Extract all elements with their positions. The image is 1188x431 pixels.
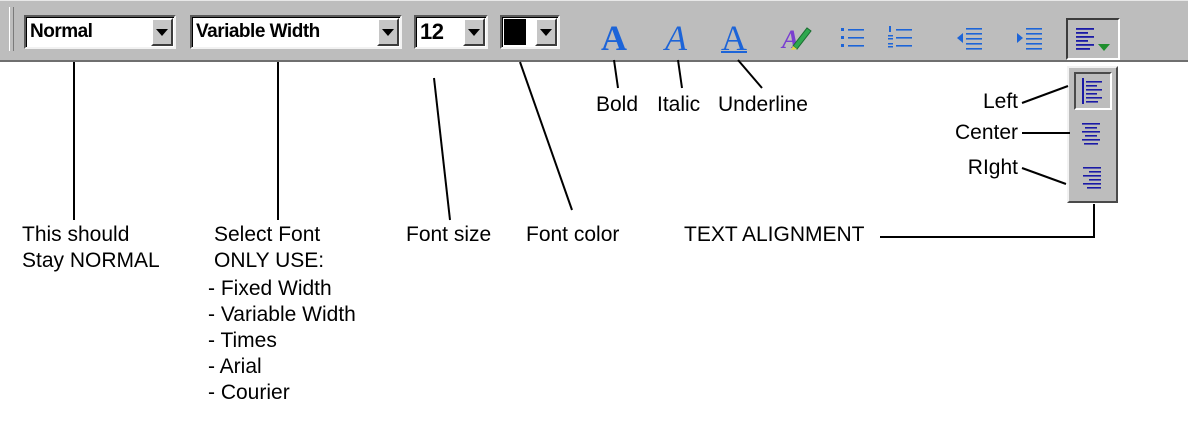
- style-note-line2: Stay NORMAL: [22, 249, 160, 272]
- left-label: Left: [982, 90, 1018, 113]
- callout-lines: [73, 59, 1095, 238]
- font-option-item: - Arial: [208, 355, 262, 378]
- italic-label: Italic: [657, 93, 701, 116]
- bold-label: Bold: [596, 93, 639, 116]
- font-option-item: - Variable Width: [208, 303, 356, 326]
- style-note-line1: This should: [22, 223, 130, 246]
- font-option-item: - Times: [208, 329, 277, 352]
- font-size-label: Font size: [406, 223, 492, 246]
- font-note-heading1: Select Font: [214, 223, 321, 246]
- text-alignment-label: TEXT ALIGNMENT: [684, 223, 865, 246]
- font-option-item: - Fixed Width: [208, 277, 332, 300]
- right-label: RIght: [967, 156, 1018, 179]
- center-label: Center: [954, 121, 1018, 144]
- font-color-label: Font color: [526, 223, 620, 246]
- font-option-item: - Courier: [208, 381, 290, 404]
- underline-label: Underline: [718, 93, 808, 116]
- font-note-heading2: ONLY USE:: [214, 249, 325, 272]
